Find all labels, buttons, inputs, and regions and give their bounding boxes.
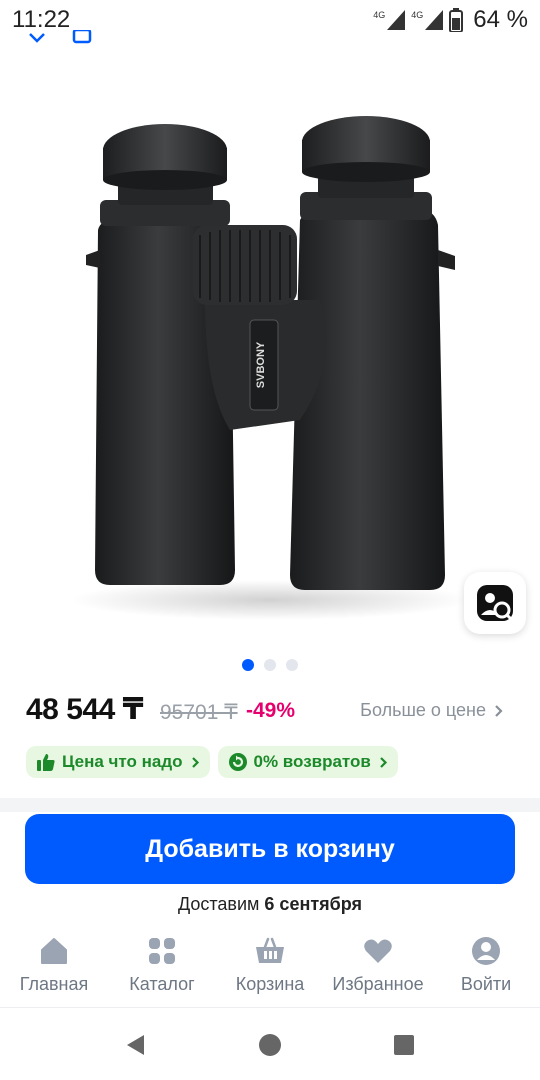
visual-search-button[interactable]: [464, 572, 526, 634]
badge-good-price[interactable]: Цена что надо: [26, 746, 210, 778]
delivery-date: 6 сентября: [264, 894, 363, 914]
chevron-right-icon: [191, 756, 199, 768]
nav-item-login[interactable]: Войти: [432, 936, 540, 1007]
signal-icon: [425, 10, 444, 30]
home-circle-icon[interactable]: [258, 1033, 282, 1057]
signal-4g-1: 4G: [373, 10, 406, 30]
carousel-dot[interactable]: [286, 659, 298, 671]
nav-label-cart: Корзина: [235, 974, 305, 994]
home-icon: [39, 936, 69, 966]
nav-item-favorites[interactable]: Избранное: [324, 936, 432, 1007]
more-about-price-label: Больше о цене: [360, 700, 486, 720]
card-separator: [0, 798, 540, 812]
nav-item-home[interactable]: Главная: [0, 936, 108, 1007]
status-indicators: 4G 4G 64 %: [373, 6, 528, 34]
nav-item-cart[interactable]: Корзина: [216, 936, 324, 1007]
svg-text:SVBONY: SVBONY: [255, 341, 267, 388]
battery-percent: 64 %: [473, 6, 528, 33]
badge-good-price-label: Цена что надо: [62, 752, 183, 771]
signal-icon: [387, 10, 406, 30]
chevron-right-icon: [495, 704, 503, 717]
product-image-carousel[interactable]: SVBONY: [0, 60, 540, 650]
basket-icon: [255, 936, 285, 966]
image-search-icon: [477, 585, 514, 622]
chevron-right-icon: [380, 756, 387, 768]
back-chevron-partial-icon[interactable]: [28, 30, 98, 44]
nav-item-catalog[interactable]: Каталог: [108, 936, 216, 1007]
badge-returns[interactable]: 0% возвратов: [217, 746, 398, 778]
catalog-icon: [147, 936, 177, 966]
thumbs-up-icon: [37, 754, 55, 771]
nav-label-login: Войти: [460, 974, 512, 994]
nav-label-home: Главная: [19, 974, 89, 994]
current-price: 48 544 ₸: [26, 693, 143, 726]
badge-row: Цена что надо 0% возвратов: [26, 746, 398, 778]
more-about-price-link[interactable]: Больше о цене: [360, 700, 504, 721]
delivery-prefix: Доставим: [177, 894, 260, 914]
back-icon[interactable]: [124, 1033, 148, 1057]
signal-4g-2: 4G: [411, 10, 444, 30]
nav-label-catalog: Каталог: [129, 974, 195, 994]
carousel-indicator: [0, 659, 540, 671]
badge-returns-label: 0% возвратов: [253, 752, 371, 771]
profile-icon: [471, 936, 501, 966]
bottom-navigation: Главная Каталог Корзина Избранное Войти: [0, 936, 540, 1008]
discount-label: -49%: [246, 699, 296, 722]
delivery-info: Доставим 6 сентября: [0, 894, 540, 915]
battery-icon: [449, 8, 464, 32]
old-price: 95701 ₸: [160, 701, 238, 724]
nav-label-favorites: Избранное: [332, 974, 424, 994]
binoculars-image: SVBONY: [70, 116, 470, 620]
carousel-dot[interactable]: [264, 659, 276, 671]
price-row: 48 544 ₸ 95701 ₸ -49% Больше о цене: [26, 690, 516, 730]
carousel-dot-active[interactable]: [242, 659, 254, 671]
heart-icon: [363, 936, 393, 966]
return-icon: [228, 753, 247, 771]
system-navigation: [0, 1010, 540, 1080]
recents-icon[interactable]: [392, 1033, 416, 1057]
add-to-cart-button[interactable]: Добавить в корзину: [25, 814, 515, 884]
